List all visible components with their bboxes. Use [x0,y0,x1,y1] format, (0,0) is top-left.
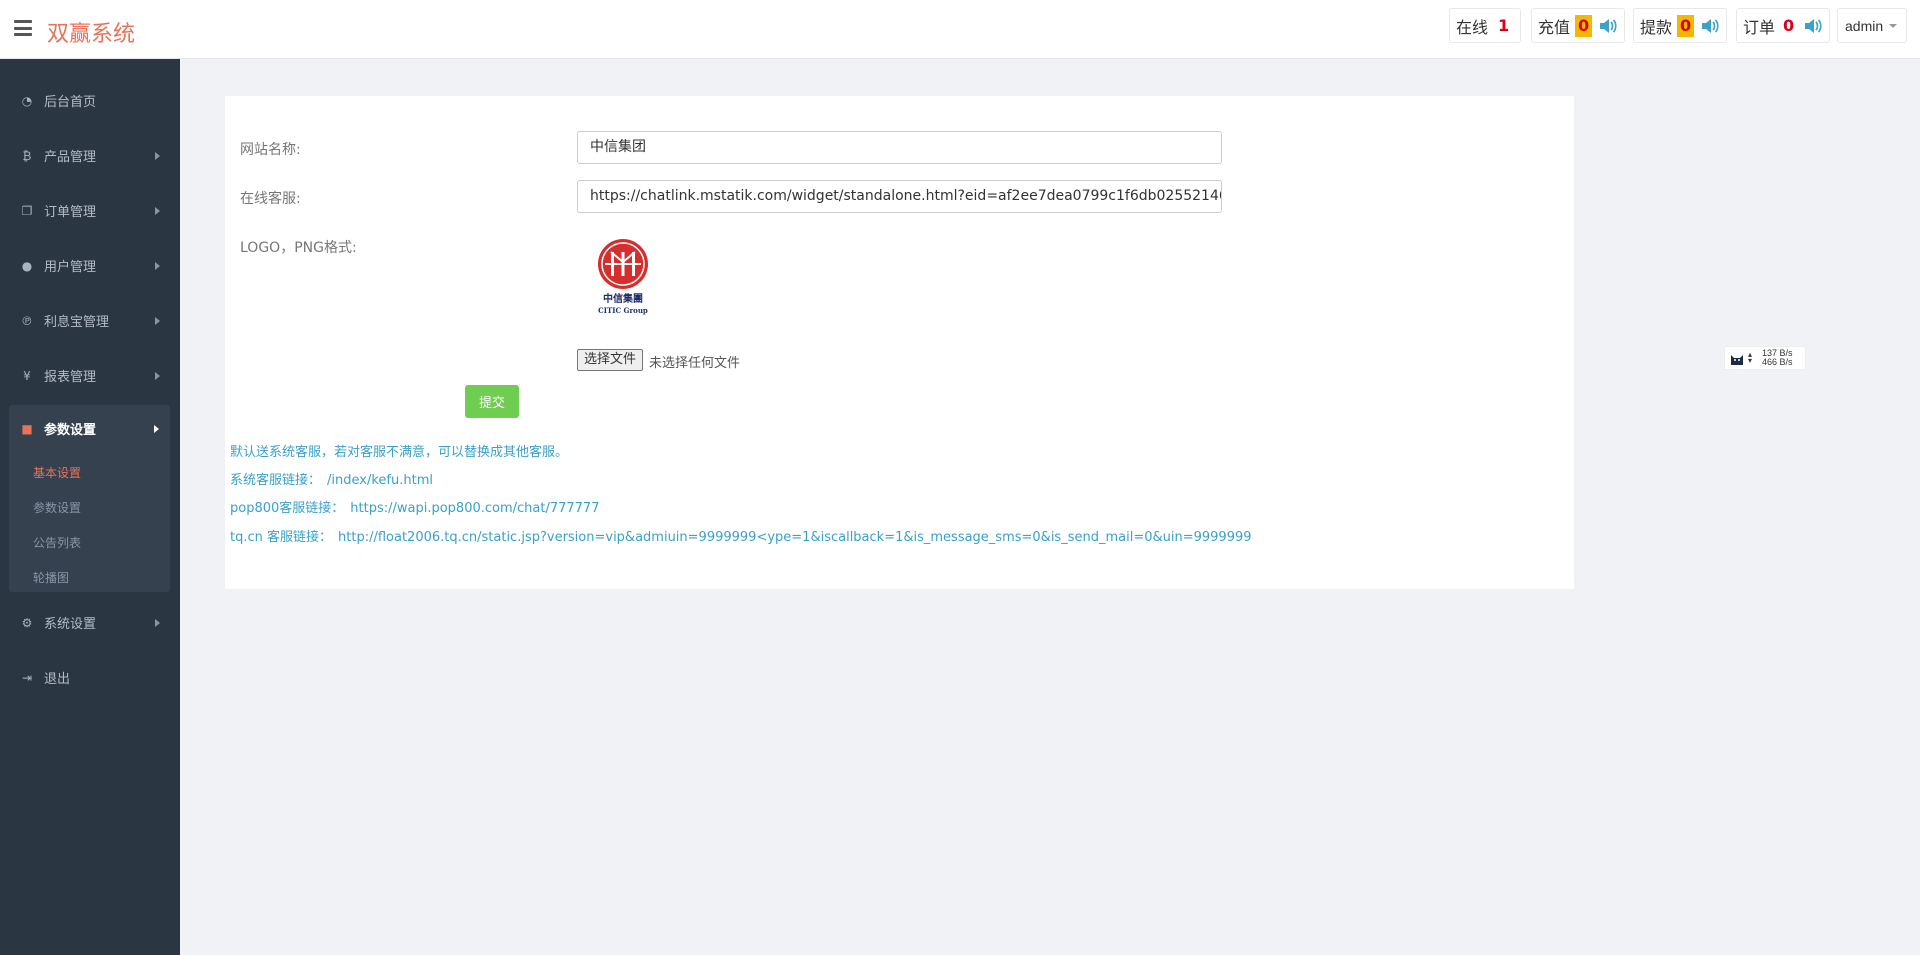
online-stat[interactable]: 在线 1 [1449,8,1522,43]
bitcoin-icon: ₿ [22,148,32,163]
network-speed-widget[interactable]: ▴ ▾ 137 B/s 466 B/s [1724,346,1806,370]
chevron-right-icon [155,151,160,160]
sidebar-item-label: 退出 [44,672,71,687]
sidebar-item-label: 报表管理 [44,370,97,385]
submenu-item-notices[interactable]: 公告列表 [33,534,81,551]
recharge-label: 充值 [1538,17,1571,37]
system-service-label: 系统客服链接： [230,473,322,488]
submenu-item-carousel[interactable]: 轮播图 [33,569,69,586]
submit-button[interactable]: 提交 [465,385,519,418]
download-speed: 466 B/s [1762,357,1793,367]
pop800-label: pop800客服链接： [230,501,345,516]
dashboard-icon: ◔ [21,93,33,108]
order-stat[interactable]: 订单 0 [1736,8,1831,43]
speaker-icon[interactable] [1700,17,1720,35]
sidebar: ◔ 后台首页 ₿ 产品管理 ❐ 订单管理 ● 用户管理 ℗ 利息宝管理 ¥ 报表… [0,59,180,955]
sidebar-item-logout[interactable]: ⇥ 退出 [0,650,180,705]
sidebar-item-dashboard[interactable]: ◔ 后台首页 [0,73,180,128]
submenu-item-basic[interactable]: 基本设置 [33,464,81,481]
sidebar-item-label: 产品管理 [44,150,97,165]
username: admin [1845,17,1884,34]
sidebar-item-params[interactable]: ■ 参数设置 [9,405,170,452]
copy-icon: ❐ [21,203,33,218]
withdraw-stat[interactable]: 提款 0 [1633,8,1728,43]
submenu-item-params[interactable]: 参数设置 [33,499,81,516]
chevron-right-icon [155,371,160,380]
site-name-input[interactable]: 中信集团 [577,131,1222,164]
pop800-link-row: pop800客服链接： https://wapi.pop800.com/chat/… [230,497,599,516]
site-name-label: 网站名称: [240,142,301,158]
tq-link[interactable]: http://float2006.tq.cn/static.jsp?versio… [338,530,1252,545]
online-count: 1 [1493,16,1515,35]
pinterest-icon: ℗ [21,313,33,328]
recharge-stat[interactable]: 充值 0 [1531,8,1626,43]
pop800-link[interactable]: https://wapi.pop800.com/chat/777777 [350,501,599,516]
citic-logo-icon: 中信集團 CITIC Group [598,239,648,315]
app-title: 双赢系统 [47,22,136,47]
user-menu[interactable]: admin [1837,8,1907,43]
withdraw-count: 0 [1677,14,1695,37]
chevron-right-icon [155,206,160,215]
logo-preview: 中信集團 CITIC Group [593,238,653,318]
top-header: 双赢系统 在线 1 充值 0 提款 0 订单 0 admin [0,0,1920,59]
speaker-icon[interactable] [1598,17,1618,35]
online-label: 在线 [1456,17,1489,37]
tq-link-row: tq.cn 客服链接： http://float2006.tq.cn/static… [230,526,1252,545]
system-service-link[interactable]: /index/kefu.html [327,473,433,488]
sidebar-item-label: 用户管理 [44,260,97,275]
logo-en-text: CITIC Group [598,306,648,315]
order-count: 0 [1783,16,1795,35]
gears-icon: ⚙ [21,615,33,630]
order-label: 订单 [1743,17,1776,37]
yen-icon: ¥ [23,368,31,383]
sidebar-item-label: 后台首页 [44,95,97,110]
user-icon: ● [21,258,33,273]
menu-toggle-icon[interactable] [14,20,32,36]
logo-label: LOGO，PNG格式: [240,240,357,256]
service-url-input[interactable]: https://chatlink.mstatik.com/widget/stan… [577,180,1222,213]
sign-out-icon: ⇥ [21,670,33,685]
recharge-count: 0 [1575,14,1593,37]
chevron-right-icon [155,261,160,270]
sidebar-item-interest[interactable]: ℗ 利息宝管理 [0,293,180,348]
speaker-icon[interactable] [1803,17,1823,35]
chevron-right-icon [154,424,159,433]
sidebar-item-label: 订单管理 [44,205,97,220]
sidebar-item-label: 系统设置 [44,617,97,632]
submenu: 基本设置 参数设置 公告列表 轮播图 [9,450,170,592]
sidebar-item-label: 参数设置 [44,423,97,438]
up-down-arrows-icon: ▴ ▾ [1748,350,1753,365]
sidebar-item-reports[interactable]: ¥ 报表管理 [0,348,180,403]
settings-card: 网站名称: 中信集团 在线客服: https://chatlink.mstati… [225,96,1574,589]
sidebar-item-products[interactable]: ₿ 产品管理 [0,128,180,183]
files-icon: ■ [21,421,33,436]
chevron-right-icon [155,316,160,325]
sidebar-item-orders[interactable]: ❐ 订单管理 [0,183,180,238]
chevron-down-icon [1889,23,1898,28]
file-status-text: 未选择任何文件 [649,356,741,371]
sidebar-item-users[interactable]: ● 用户管理 [0,238,180,293]
chevron-right-icon [155,618,160,627]
choose-file-button[interactable]: 选择文件 [577,349,644,371]
sidebar-item-label: 利息宝管理 [44,315,110,330]
tq-label: tq.cn 客服链接： [230,530,333,545]
speed-readout: 137 B/s 466 B/s [1762,349,1793,367]
sidebar-item-system[interactable]: ⚙ 系统设置 [0,595,180,650]
service-note: 默认送系统客服，若对客服不满意，可以替换成其他客服。 [230,445,569,460]
withdraw-label: 提款 [1640,17,1673,37]
logo-cn-text: 中信集團 [603,292,643,305]
system-service-link-row: 系统客服链接： /index/kefu.html [230,469,433,488]
service-label: 在线客服: [240,191,301,207]
cat-icon [1731,355,1743,365]
